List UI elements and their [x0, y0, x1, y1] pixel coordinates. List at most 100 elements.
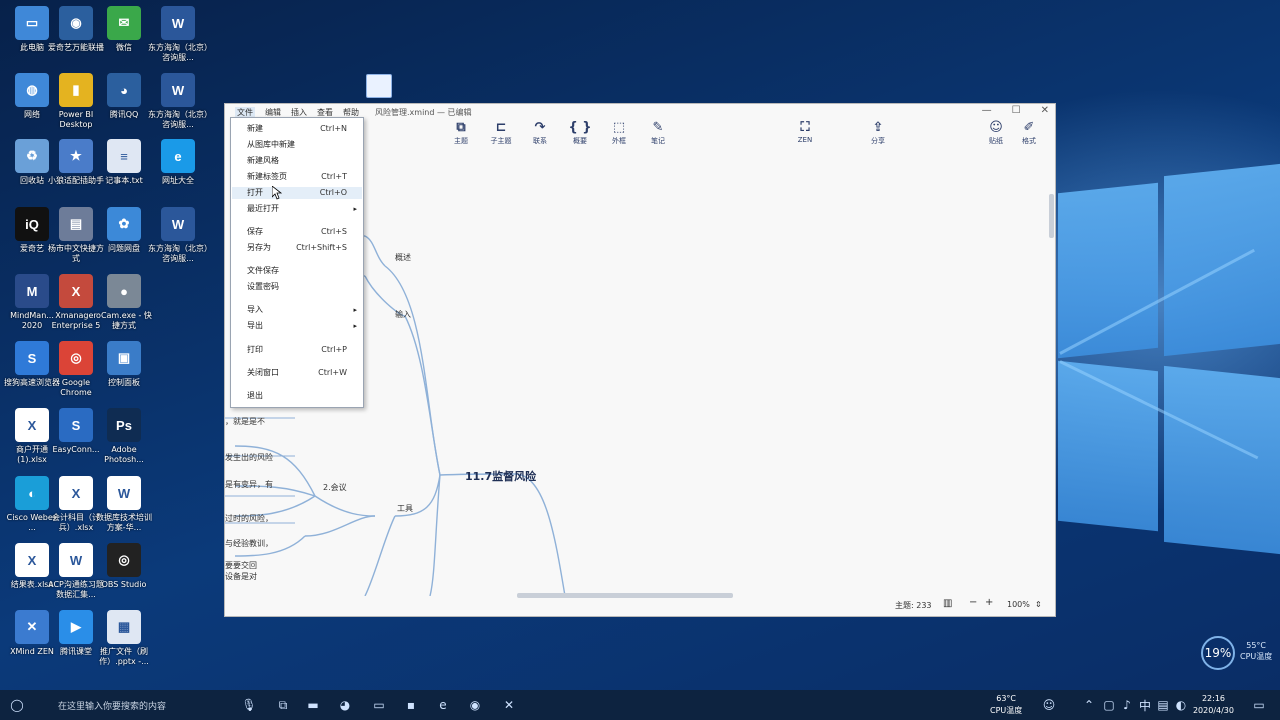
branch-input[interactable]: 输入: [395, 309, 411, 320]
menu-item-open[interactable]: 打开 Ctrl+O: [232, 187, 362, 199]
map-icon[interactable]: ▥: [943, 598, 952, 609]
wechat-icon[interactable]: ◕: [336, 696, 354, 714]
cpu-usage-gauge[interactable]: 19%: [1201, 636, 1235, 670]
fragment-text[interactable]: 发生出的风险: [225, 452, 273, 463]
app-icon: X: [15, 543, 49, 577]
menu-item-label: 退出: [247, 391, 263, 400]
subtopic-meeting[interactable]: 2.会议: [323, 482, 347, 493]
menu-item-set-password[interactable]: 设置密码: [247, 281, 357, 293]
branch-overview[interactable]: 概述: [395, 252, 411, 263]
close-icon[interactable]: ✕: [1041, 105, 1049, 116]
taskbar: ◯ 在这里输入你要搜索的内容 🎙︎ ⧉ ▬ ◕ ▭ ▪ e ◉ ✕ 63°C C…: [0, 690, 1280, 720]
desktop-icon[interactable]: Ps Adobe Photosh...: [96, 408, 152, 474]
desktop-icon[interactable]: e 网址大全: [150, 139, 206, 205]
zoom-in-button[interactable]: +: [985, 597, 993, 608]
menu-item-recent[interactable]: 最近打开 ▸: [247, 203, 357, 215]
notes-button[interactable]: ✎ 笔记: [640, 120, 676, 146]
format-button[interactable]: ✐ 格式: [1011, 120, 1047, 146]
app-icon: X: [59, 274, 93, 308]
menu-item-export[interactable]: 导出 ▸: [247, 320, 357, 332]
camera-icon[interactable]: ◉: [466, 696, 484, 714]
app-icon: ●: [107, 274, 141, 308]
desktop-icon[interactable]: W 数据库技术培训方案-华...: [96, 476, 152, 542]
menu-item-new-tab[interactable]: 新建标签页 Ctrl+T: [247, 171, 357, 183]
maximize-icon[interactable]: ☐: [1012, 105, 1021, 116]
fragment-text[interactable]: ，就是是不: [225, 416, 265, 427]
relationship-button[interactable]: ↷ 联系: [522, 120, 558, 146]
desktop-icon[interactable]: ◎ OBS Studio: [96, 543, 152, 609]
task-view-icon[interactable]: ⧉: [274, 696, 292, 714]
desktop-icon[interactable]: ≡ 记事本.txt: [96, 139, 152, 205]
desktop-icon[interactable]: ▣ 控制面板: [96, 341, 152, 407]
search-box[interactable]: 在这里输入你要搜索的内容: [30, 690, 266, 720]
boundary-button[interactable]: ⬚ 外框: [601, 120, 637, 146]
menu-item-import[interactable]: 导入 ▸: [247, 304, 357, 316]
microphone-icon[interactable]: 🎙︎: [240, 696, 258, 714]
subtopic-button[interactable]: ⊏ 子主题: [483, 120, 519, 146]
topic-label: 主题: [454, 137, 468, 145]
status-bar: 主题: 233 ▥ − + 100% ⇕: [225, 594, 1055, 616]
sticker-button[interactable]: ☺ 贴纸: [978, 120, 1014, 146]
app-icon: iQ: [15, 207, 49, 241]
app-icon: e: [161, 139, 195, 173]
zoom-out-button[interactable]: −: [969, 597, 977, 608]
desktop-icon-label: 数据库技术培训方案-华...: [96, 513, 152, 532]
menu-item-file-save[interactable]: 文件保存: [247, 265, 357, 277]
menu-item-exit[interactable]: 退出: [247, 390, 357, 402]
desktop-icon[interactable]: ● oCam.exe - 快捷方式: [96, 274, 152, 340]
ime-icon[interactable]: 中: [1136, 696, 1154, 714]
menu-item-close-window[interactable]: 关闭窗口 Ctrl+W: [247, 367, 357, 379]
file-explorer-icon[interactable]: ▬: [304, 696, 322, 714]
network-icon[interactable]: ▢: [1100, 696, 1118, 714]
menu-item-save-as[interactable]: 另存为 Ctrl+Shift+S: [247, 242, 357, 254]
fragment-text[interactable]: 是有变异，有: [225, 479, 273, 490]
app-icon: ♻: [15, 139, 49, 173]
tray-icon[interactable]: ◐: [1172, 696, 1190, 714]
search-placeholder: 在这里输入你要搜索的内容: [58, 701, 167, 712]
menu-item-new-theme[interactable]: 新建风格: [247, 155, 357, 167]
minimize-icon[interactable]: —: [982, 105, 992, 116]
notification-icon[interactable]: ▭: [1250, 696, 1268, 714]
branch-tools[interactable]: 工具: [397, 503, 413, 514]
mail-icon[interactable]: ▪: [402, 696, 420, 714]
preview-thumbnail[interactable]: [366, 74, 392, 98]
menu-item-save[interactable]: 保存 Ctrl+S: [247, 226, 357, 238]
fragment-text[interactable]: 过时的风险，: [225, 513, 273, 524]
volume-icon[interactable]: ♪: [1118, 696, 1136, 714]
desktop-icon[interactable]: ◕ 腾讯QQ: [96, 73, 152, 139]
xmind-taskbar-icon[interactable]: ✕: [500, 696, 518, 714]
topic-button[interactable]: ⧉ 主题: [443, 120, 479, 146]
menu-item-label: 从图库中新建: [247, 140, 295, 149]
zen-button[interactable]: ⛶ ZEN: [787, 120, 823, 144]
start-icon[interactable]: ◯: [8, 696, 26, 714]
zoom-stepper-icon[interactable]: ⇕: [1035, 600, 1042, 609]
share-button[interactable]: ⇪ 分享: [860, 120, 896, 146]
desktop-icon[interactable]: W 东方海淘（北京）咨询服...: [148, 207, 208, 273]
desktop-icon[interactable]: ▦ 推广文件（刷作）.pptx -...: [96, 610, 152, 676]
summary-button[interactable]: { } 概要: [562, 120, 598, 146]
menu-item-print[interactable]: 打印 Ctrl+P: [247, 344, 357, 356]
system-clock[interactable]: 22:16 2020/4/30: [1193, 693, 1234, 717]
desktop-icon[interactable]: ✉ 微信: [96, 6, 152, 72]
app-icon: X: [59, 476, 93, 510]
tray-chevron-icon[interactable]: ⌃: [1080, 696, 1098, 714]
desktop-icon[interactable]: W 东方海淘（北京）咨询服...: [148, 73, 208, 139]
desktop-icon[interactable]: W 东方海淘（北京）咨询服...: [148, 6, 208, 72]
menu-item-shortcut: Ctrl+T: [321, 172, 347, 181]
fragment-text[interactable]: 与经验教训，: [225, 538, 273, 549]
zoom-level[interactable]: 100%: [1007, 600, 1030, 609]
central-topic[interactable]: 11.7监督风险: [465, 468, 536, 484]
store-icon[interactable]: ▭: [370, 696, 388, 714]
menu-item-new-from-gallery[interactable]: 从图库中新建: [247, 139, 357, 151]
clock-date: 2020/4/30: [1192, 706, 1234, 715]
menu-item-new[interactable]: 新建 Ctrl+N: [247, 123, 357, 135]
vertical-scrollbar[interactable]: [1049, 194, 1054, 238]
tray-icon[interactable]: ▤: [1154, 696, 1172, 714]
app-icon: ★: [59, 139, 93, 173]
fragment-text[interactable]: 要要交回: [225, 560, 257, 571]
desktop-icon-label: 东方海淘（北京）咨询服...: [148, 110, 208, 129]
people-icon[interactable]: ☺: [1040, 696, 1058, 714]
edge-icon[interactable]: e: [434, 696, 452, 714]
fragment-text[interactable]: 设备是对: [225, 571, 257, 582]
desktop-icon[interactable]: ✿ 问题网盘: [96, 207, 152, 273]
